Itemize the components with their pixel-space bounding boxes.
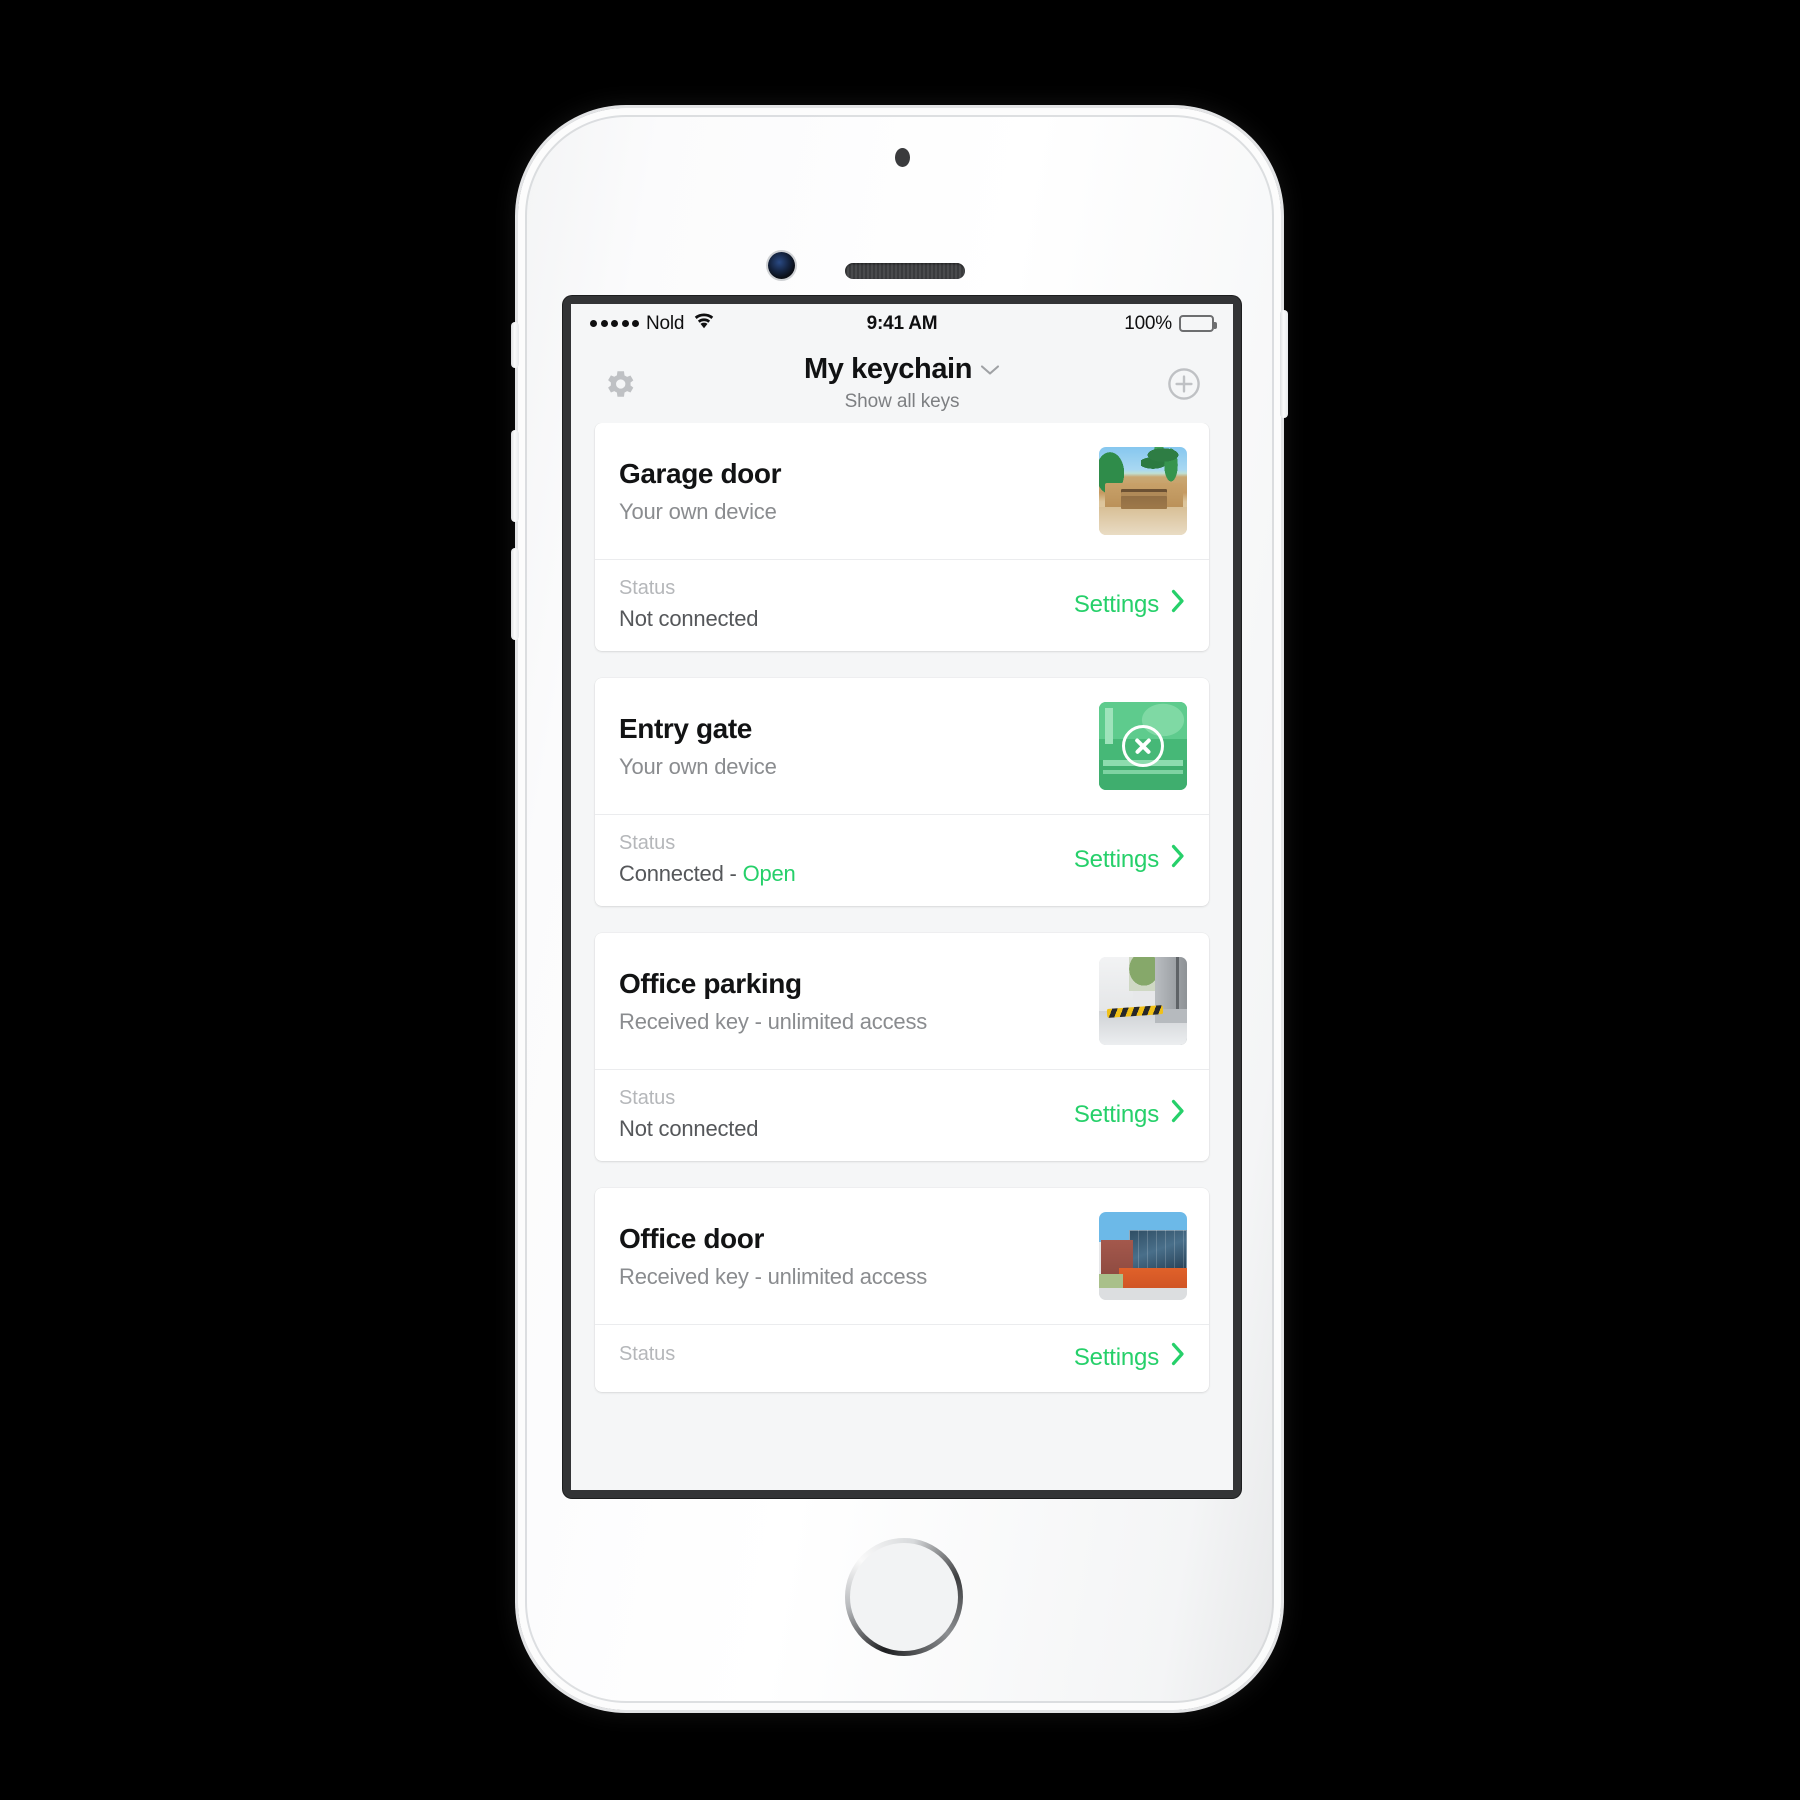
- card-subtitle: Received key - unlimited access: [619, 1008, 928, 1034]
- entry-gate-photo[interactable]: [1099, 702, 1187, 790]
- chevron-down-icon: [980, 363, 1000, 381]
- settings-label: Settings: [1073, 1343, 1159, 1371]
- status-bar-right: 100%: [937, 312, 1217, 335]
- card-footer: Status Settings: [595, 1324, 1209, 1392]
- card-header[interactable]: Office parking Received key - unlimited …: [595, 933, 1209, 1069]
- card-settings-button[interactable]: Settings: [1074, 589, 1187, 620]
- add-key-button[interactable]: [1161, 363, 1207, 409]
- card-title: Entry gate: [619, 712, 752, 744]
- chevron-right-icon: [1171, 844, 1185, 875]
- card-footer: Status Not connected Settings: [595, 559, 1209, 651]
- card-text-block: Entry gate Your own device: [619, 713, 1099, 780]
- card-subtitle: Your own device: [619, 753, 777, 779]
- earpiece-speaker-icon: [845, 263, 965, 279]
- status-value: Connected - Open: [619, 861, 796, 886]
- status-bar-time: 9:41 AM: [866, 312, 938, 334]
- status-bar-left: Nold: [590, 312, 867, 335]
- carrier-name: Nold: [646, 312, 685, 334]
- mute-switch-button[interactable]: [511, 322, 519, 368]
- screen-bezel: Nold 9:41 AM 100% My keychain Show all k…: [563, 296, 1241, 1498]
- header-title-block: My keychain Show all keys: [643, 349, 1161, 413]
- card-text-block: Office door Received key - unlimited acc…: [619, 1223, 1099, 1290]
- chevron-right-icon: [1171, 1342, 1185, 1373]
- card-footer: Status Not connected Settings: [595, 1069, 1209, 1161]
- gear-icon: [603, 367, 637, 406]
- wifi-icon: [693, 312, 715, 335]
- card-title: Garage door: [619, 457, 782, 489]
- close-circle-icon[interactable]: [1122, 725, 1164, 767]
- status-label: Status: [619, 832, 676, 854]
- show-all-keys-link[interactable]: Show all keys: [845, 391, 960, 413]
- battery-percent-label: 100%: [1124, 312, 1172, 334]
- status-label: Status: [619, 577, 676, 599]
- status-bar: Nold 9:41 AM 100%: [571, 304, 1233, 343]
- status-block: Status Not connected: [619, 1087, 1074, 1142]
- status-label: Status: [619, 1087, 676, 1109]
- card-settings-button[interactable]: Settings: [1074, 844, 1187, 875]
- home-button[interactable]: [845, 1538, 963, 1656]
- status-accent: Open: [742, 861, 796, 886]
- status-block: Status Connected - Open: [619, 832, 1074, 887]
- card-text-block: Office parking Received key - unlimited …: [619, 968, 1099, 1035]
- card-text-block: Garage door Your own device: [619, 458, 1099, 525]
- status-value: Not connected: [619, 1116, 759, 1141]
- front-camera-icon: [768, 252, 795, 279]
- key-card-garage-door[interactable]: Garage door Your own device Status Not c…: [595, 423, 1209, 651]
- key-card-office-parking[interactable]: Office parking Received key - unlimited …: [595, 933, 1209, 1161]
- proximity-sensor-icon: [895, 148, 910, 167]
- status-block: Status: [619, 1343, 1074, 1372]
- card-footer: Status Connected - Open Settings: [595, 814, 1209, 906]
- settings-button[interactable]: [597, 363, 643, 409]
- app-header: My keychain Show all keys: [571, 343, 1233, 423]
- settings-label: Settings: [1073, 590, 1159, 618]
- volume-down-button[interactable]: [511, 548, 519, 640]
- card-header[interactable]: Office door Received key - unlimited acc…: [595, 1188, 1209, 1324]
- card-subtitle: Received key - unlimited access: [619, 1263, 928, 1289]
- keychain-selector[interactable]: My keychain: [804, 353, 1000, 386]
- volume-up-button[interactable]: [511, 430, 519, 522]
- card-subtitle: Your own device: [619, 498, 777, 524]
- card-title: Office parking: [619, 967, 802, 999]
- status-block: Status Not connected: [619, 577, 1074, 632]
- settings-label: Settings: [1073, 1100, 1159, 1128]
- page-title: My keychain: [803, 353, 973, 385]
- card-settings-button[interactable]: Settings: [1074, 1342, 1187, 1373]
- chevron-right-icon: [1171, 1099, 1185, 1130]
- status-value: Not connected: [619, 606, 759, 631]
- card-title: Office door: [619, 1222, 764, 1254]
- phone-screen: Nold 9:41 AM 100% My keychain Show all k…: [571, 304, 1233, 1490]
- battery-icon: [1179, 315, 1217, 332]
- screenshot-stage: Nold 9:41 AM 100% My keychain Show all k…: [0, 0, 1800, 1800]
- status-label: Status: [619, 1343, 676, 1365]
- keychain-list[interactable]: Garage door Your own device Status Not c…: [571, 423, 1233, 1490]
- garage-door-photo: [1099, 447, 1187, 535]
- key-card-entry-gate[interactable]: Entry gate Your own device Status Connec…: [595, 678, 1209, 906]
- chevron-right-icon: [1171, 589, 1185, 620]
- settings-label: Settings: [1073, 845, 1159, 873]
- signal-strength-icon: [590, 320, 639, 327]
- office-parking-photo: [1099, 957, 1187, 1045]
- home-button-ring: [845, 1538, 963, 1656]
- card-header[interactable]: Entry gate Your own device: [595, 678, 1209, 814]
- plus-circle-icon: [1166, 366, 1202, 407]
- power-button[interactable]: [1280, 310, 1288, 418]
- card-settings-button[interactable]: Settings: [1074, 1099, 1187, 1130]
- card-header[interactable]: Garage door Your own device: [595, 423, 1209, 559]
- key-card-office-door[interactable]: Office door Received key - unlimited acc…: [595, 1188, 1209, 1392]
- office-building-photo: [1099, 1212, 1187, 1300]
